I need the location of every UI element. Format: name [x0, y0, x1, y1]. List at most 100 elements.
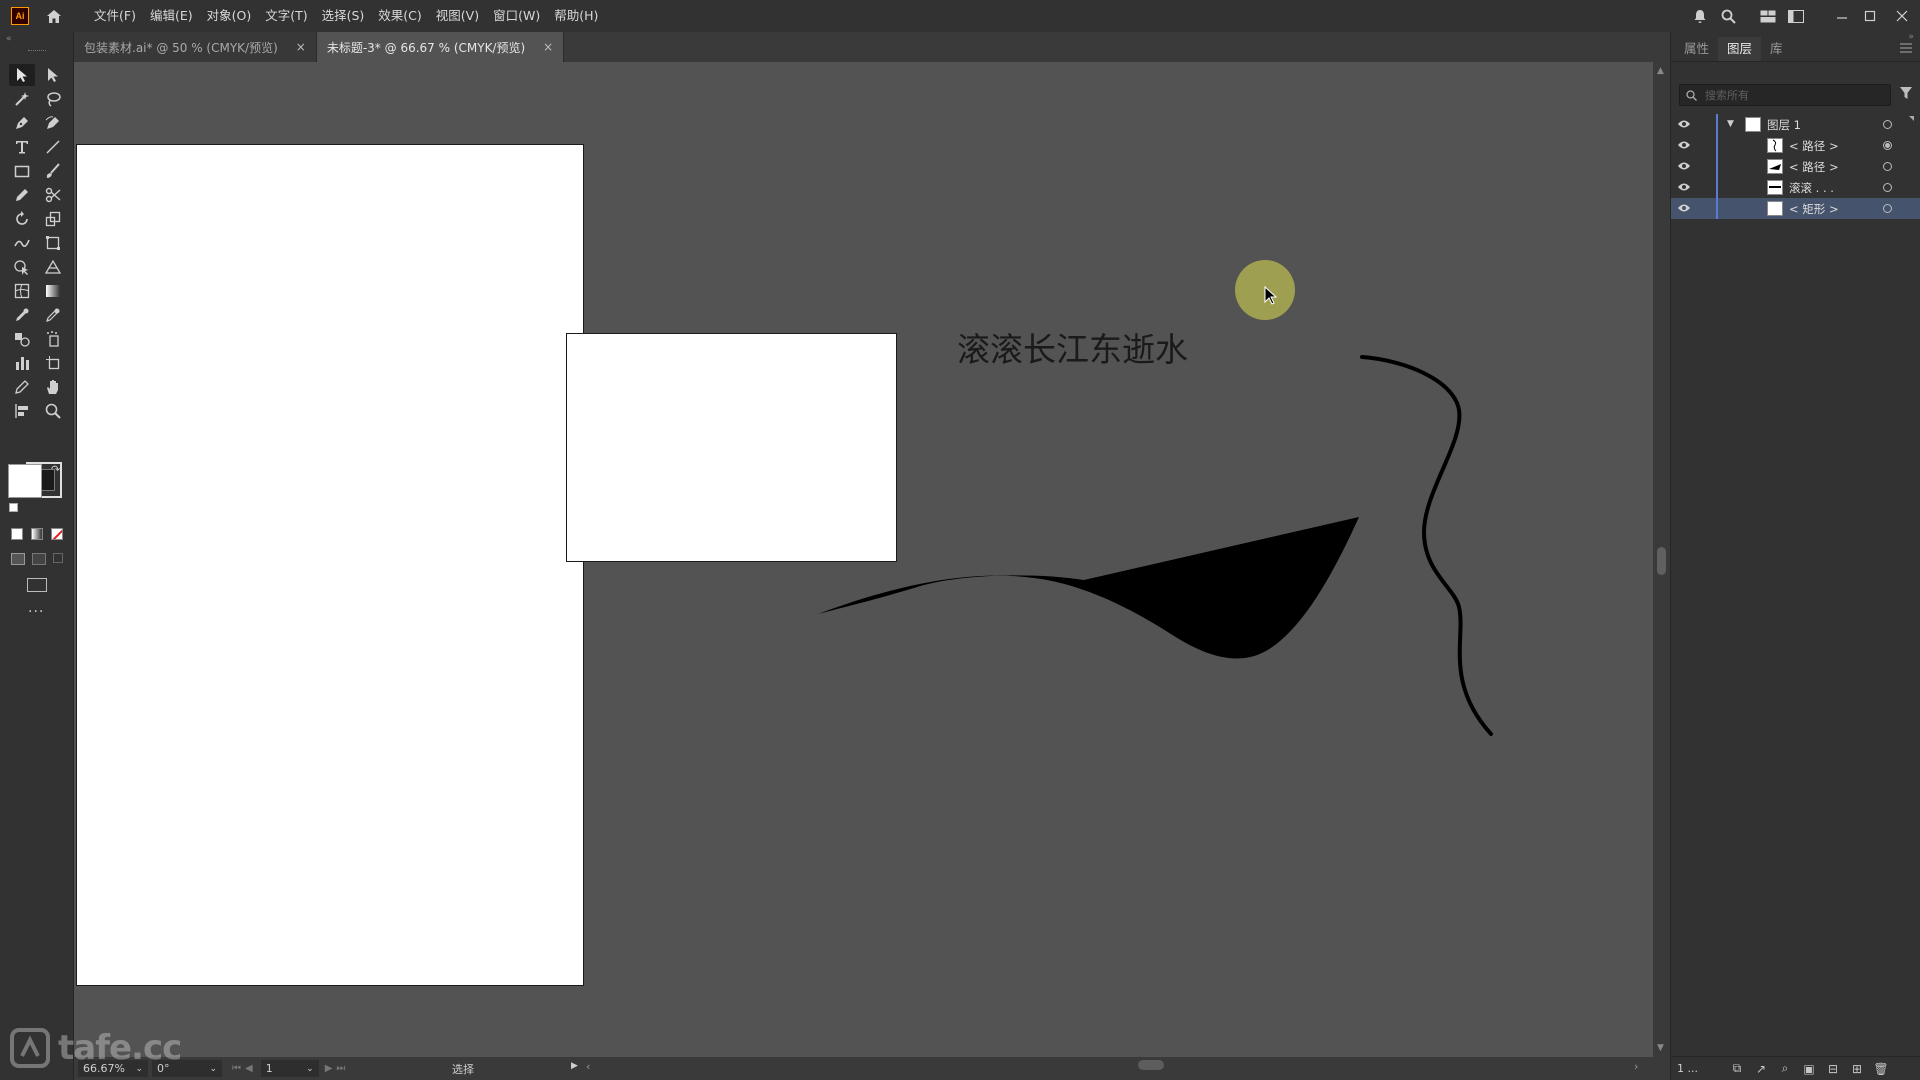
close-icon[interactable]: [1884, 0, 1920, 32]
direct-selection-tool-icon[interactable]: [40, 64, 66, 86]
chevron-down-icon[interactable]: ⌄: [209, 1064, 217, 1074]
visibility-eye-icon[interactable]: [1677, 118, 1691, 130]
layer-row-path-1[interactable]: < 路径 >: [1671, 135, 1920, 156]
twirl-down-icon[interactable]: ▼: [1727, 119, 1734, 129]
scroll-left-icon[interactable]: ‹: [586, 1060, 590, 1073]
line-segment-tool-icon[interactable]: [40, 136, 66, 158]
scroll-up-icon[interactable]: ▲: [1657, 66, 1664, 76]
rotate-tool-icon[interactable]: [9, 208, 35, 230]
minimize-icon[interactable]: [1828, 0, 1856, 32]
collect-for-export-icon[interactable]: ⧉: [1725, 1059, 1749, 1079]
home-icon[interactable]: [43, 5, 65, 27]
artboard-nav-next-icons[interactable]: ▶⏭: [325, 1063, 350, 1074]
scissors-tool-icon[interactable]: [40, 184, 66, 206]
pen-tool-icon[interactable]: [9, 112, 35, 134]
menu-file[interactable]: 文件(F): [87, 0, 143, 32]
artboard-tool-icon[interactable]: [40, 352, 66, 374]
scroll-right-icon[interactable]: ›: [1634, 1060, 1638, 1073]
rectangle-tool-icon[interactable]: [9, 160, 35, 182]
menu-effect[interactable]: 效果(C): [371, 0, 428, 32]
warp-tool-icon[interactable]: [9, 232, 35, 254]
workspace-switcher-icon[interactable]: [1782, 0, 1810, 32]
bell-icon[interactable]: [1686, 0, 1714, 32]
paintbrush-tool-icon[interactable]: [40, 160, 66, 182]
layer-row-text[interactable]: 滚滚 . . .: [1671, 177, 1920, 198]
locate-object-icon[interactable]: ⌕: [1773, 1059, 1797, 1079]
pencil-tool-icon[interactable]: [9, 184, 35, 206]
target-circle-icon[interactable]: [1883, 120, 1892, 129]
tab-close-icon[interactable]: ×: [543, 40, 553, 54]
status-menu-arrow-icon[interactable]: ▶: [571, 1061, 578, 1071]
target-circle-icon[interactable]: [1883, 162, 1892, 171]
tab-layers[interactable]: 图层: [1718, 37, 1762, 61]
create-new-layer-icon[interactable]: ⊞: [1845, 1059, 1869, 1079]
visibility-eye-icon[interactable]: [1677, 181, 1691, 193]
target-circle-icon[interactable]: [1883, 183, 1892, 192]
arrange-documents-icon[interactable]: [1754, 0, 1782, 32]
eyedropper-tool-icon[interactable]: [9, 304, 35, 326]
make-clipping-mask-icon[interactable]: ▣: [1797, 1059, 1821, 1079]
search-icon[interactable]: [1714, 0, 1742, 32]
target-circle-icon[interactable]: [1883, 204, 1892, 213]
toolbar-grip[interactable]: [28, 50, 46, 52]
menu-window[interactable]: 窗口(W): [486, 0, 547, 32]
type-tool-icon[interactable]: [9, 136, 35, 158]
measure-tool-icon[interactable]: [40, 304, 66, 326]
artboard-nav-prev-icons[interactable]: ⏮◀: [232, 1063, 257, 1074]
scroll-down-icon[interactable]: ▼: [1657, 1043, 1664, 1053]
default-colors-icon[interactable]: [9, 503, 18, 512]
horizontal-scrollbar-thumb[interactable]: [1138, 1060, 1164, 1070]
screen-mode-icon[interactable]: [27, 578, 47, 592]
chevron-down-icon[interactable]: ⌄: [306, 1064, 314, 1074]
tab-document-1[interactable]: 包装素材.ai* @ 50 % (CMYK/预览) ×: [74, 32, 317, 62]
column-graph-tool-icon[interactable]: [9, 352, 35, 374]
perspective-grid-tool-icon[interactable]: [40, 256, 66, 278]
layer-row-layer-1[interactable]: ▼ 图层 1: [1671, 114, 1920, 135]
menu-view[interactable]: 视图(V): [429, 0, 486, 32]
selection-tool-icon[interactable]: [9, 64, 35, 86]
menu-type[interactable]: 文字(T): [258, 0, 314, 32]
gradient-mode-icon[interactable]: [31, 528, 43, 540]
maximize-icon[interactable]: [1856, 0, 1884, 32]
visibility-eye-icon[interactable]: [1677, 202, 1691, 214]
vertical-scrollbar[interactable]: ▲ ▼: [1653, 62, 1670, 1057]
tab-close-icon[interactable]: ×: [296, 40, 306, 54]
tab-libraries[interactable]: 库: [1761, 37, 1792, 61]
visibility-eye-icon[interactable]: [1677, 160, 1691, 172]
tab-document-2[interactable]: 未标题-3* @ 66.67 % (CMYK/预览) ×: [316, 32, 565, 62]
swap-fill-stroke-icon[interactable]: ↷: [51, 463, 60, 476]
lasso-tool-icon[interactable]: [40, 88, 66, 110]
menu-help[interactable]: 帮助(H): [547, 0, 605, 32]
layer-row-path-2[interactable]: < 路径 >: [1671, 156, 1920, 177]
hand-tool-icon[interactable]: [40, 376, 66, 398]
layer-search-input[interactable]: 搜索所有: [1679, 84, 1891, 106]
draw-normal-icon[interactable]: [11, 553, 25, 565]
target-circle-icon[interactable]: [1883, 141, 1892, 150]
scrollbar-thumb[interactable]: [1657, 547, 1666, 575]
free-transform-tool-icon[interactable]: [40, 232, 66, 254]
export-icon[interactable]: ↗: [1749, 1059, 1773, 1079]
curvature-tool-icon[interactable]: [40, 112, 66, 134]
collapse-toolbar-icon[interactable]: «: [6, 34, 12, 44]
create-sublayer-icon[interactable]: ⊟: [1821, 1059, 1845, 1079]
color-mode-icon[interactable]: [11, 528, 23, 540]
menu-select[interactable]: 选择(S): [315, 0, 372, 32]
none-mode-icon[interactable]: [51, 528, 63, 540]
zoom-tool-icon[interactable]: [40, 400, 66, 422]
gradient-tool-icon[interactable]: [40, 280, 66, 302]
artboard-number-field[interactable]: 1 ⌄: [260, 1060, 319, 1077]
slice-tool-icon[interactable]: [9, 376, 35, 398]
blend-tool-icon[interactable]: [9, 328, 35, 350]
draw-inside-icon[interactable]: [53, 553, 63, 563]
filter-icon[interactable]: [1899, 86, 1913, 103]
symbol-sprayer-tool-icon[interactable]: [40, 328, 66, 350]
menu-object[interactable]: 对象(O): [200, 0, 259, 32]
scale-tool-icon[interactable]: [40, 208, 66, 230]
layer-row-rectangle[interactable]: < 矩形 >: [1671, 198, 1920, 219]
collapse-panel-icon[interactable]: »: [1908, 32, 1914, 42]
visibility-eye-icon[interactable]: [1677, 139, 1691, 151]
draw-behind-icon[interactable]: [32, 553, 46, 565]
magic-wand-tool-icon[interactable]: [9, 88, 35, 110]
panel-menu-icon[interactable]: [1900, 42, 1912, 56]
delete-layer-icon[interactable]: 🗑: [1869, 1059, 1893, 1079]
